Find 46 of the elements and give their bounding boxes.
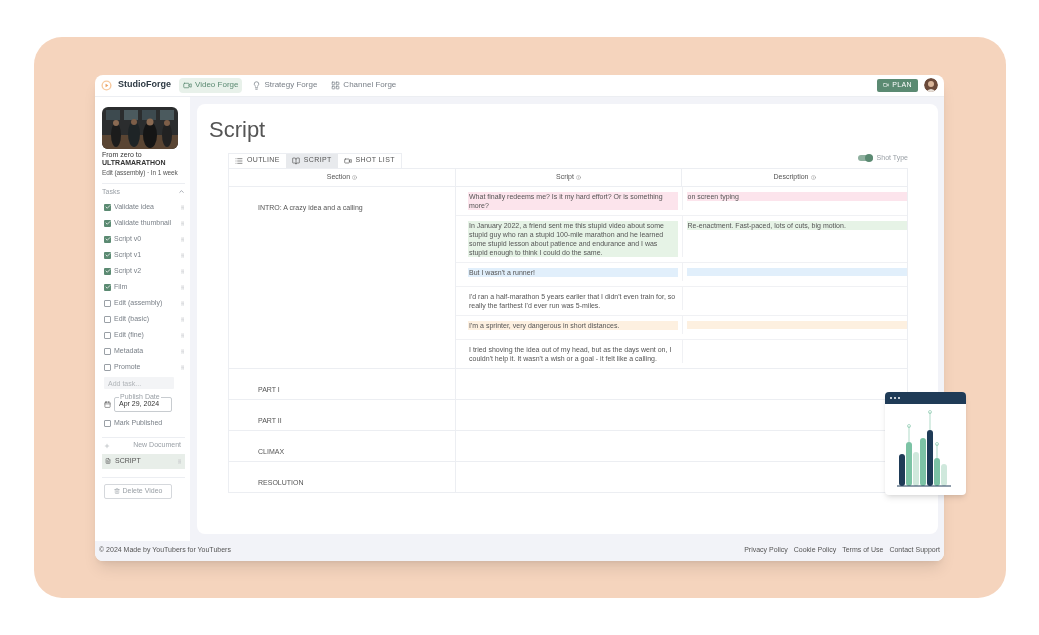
avatar[interactable] [924, 78, 938, 92]
document-icon [105, 458, 111, 464]
nav-tab[interactable]: Channel Forge [327, 77, 401, 93]
checkbox[interactable] [104, 251, 111, 259]
list-icon [235, 156, 243, 165]
checkbox[interactable] [104, 219, 111, 227]
drag-handle-icon[interactable] [180, 204, 185, 210]
nav-tab[interactable]: Video Forge [179, 77, 243, 93]
drag-handle-icon[interactable] [180, 364, 185, 370]
checkbox[interactable] [104, 283, 111, 291]
drag-handle-icon[interactable] [180, 252, 185, 258]
checkbox[interactable] [104, 203, 111, 211]
play-logo-icon [101, 79, 112, 91]
drag-handle-icon[interactable] [180, 220, 185, 226]
drag-handle-icon[interactable] [180, 284, 185, 290]
shot-type-toggle[interactable] [857, 155, 873, 162]
script-icon [291, 156, 300, 165]
info-icon[interactable] [575, 174, 581, 180]
checkbox[interactable] [104, 267, 111, 275]
camera-icon [183, 80, 192, 90]
trash-icon [113, 488, 120, 494]
camera-icon [343, 156, 352, 165]
lightbulb-icon [252, 80, 262, 90]
nav-tab[interactable]: Strategy Forge [248, 77, 322, 93]
page-title: Script [209, 115, 267, 144]
checkbox[interactable] [104, 315, 111, 323]
grid-icon [331, 80, 341, 90]
drag-handle-icon[interactable] [180, 268, 185, 274]
drag-handle-icon[interactable] [180, 300, 185, 306]
plus-icon [104, 442, 110, 449]
checkbox[interactable] [104, 299, 111, 307]
info-icon[interactable] [810, 174, 816, 180]
camera-icon [883, 82, 890, 88]
drag-handle-icon[interactable] [180, 348, 185, 354]
drag-handle-icon[interactable] [180, 316, 185, 322]
checkbox[interactable] [104, 235, 111, 243]
info-icon[interactable] [352, 174, 358, 180]
checkbox[interactable] [104, 419, 111, 427]
calendar-icon[interactable] [104, 401, 111, 408]
drag-handle-icon[interactable] [180, 332, 185, 338]
checkbox[interactable] [104, 363, 111, 371]
collapse-toggle[interactable] [178, 188, 185, 196]
app-name: StudioForge [118, 78, 171, 92]
checkbox[interactable] [104, 331, 111, 339]
drag-handle-icon[interactable] [180, 236, 185, 242]
checkbox[interactable] [104, 347, 111, 355]
